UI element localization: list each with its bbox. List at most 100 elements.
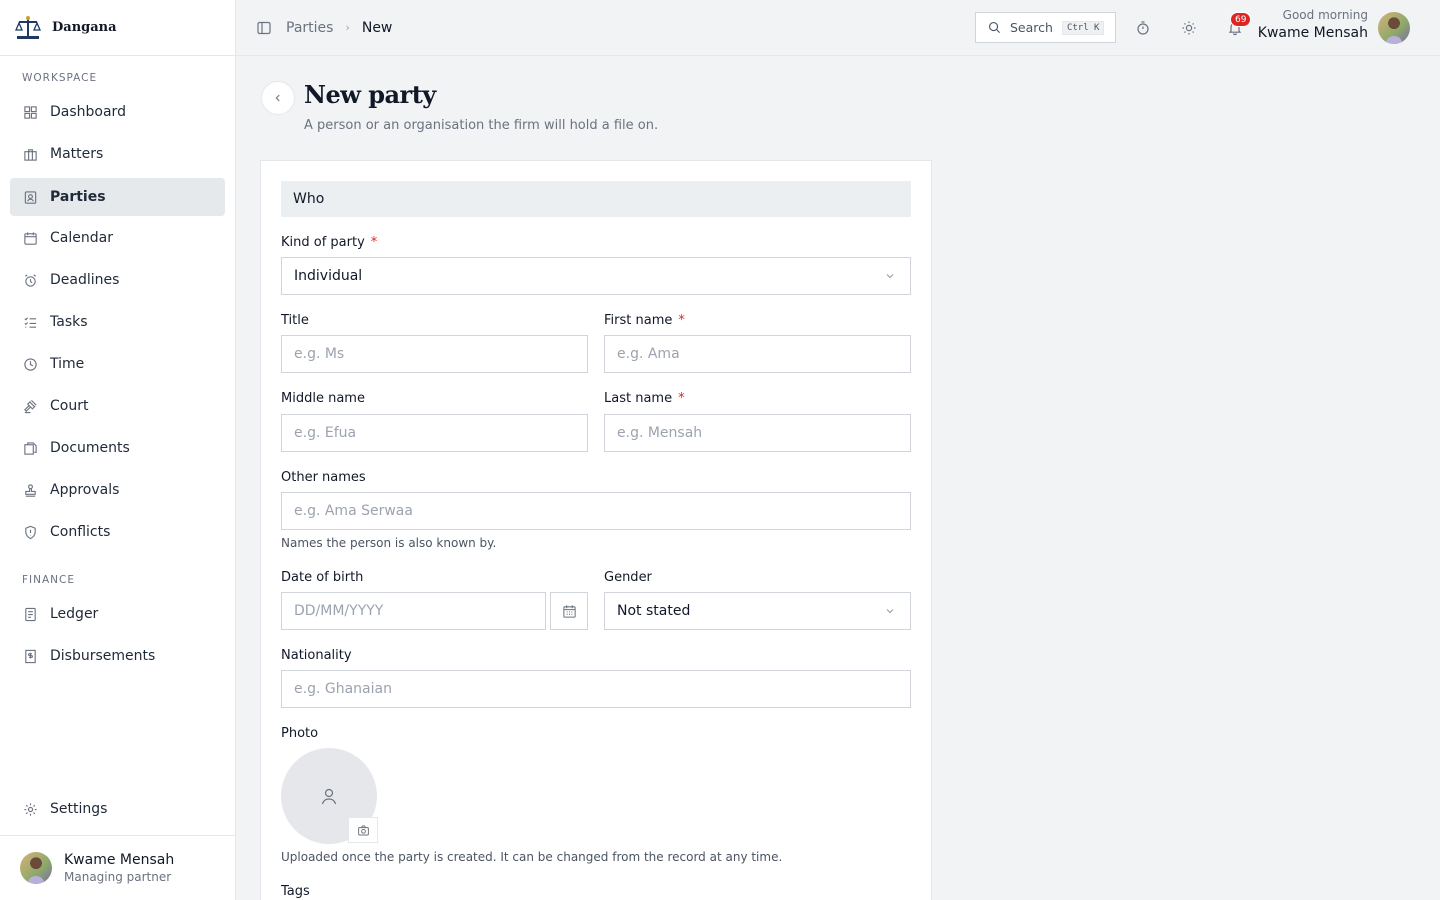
sidebar-item-conflicts[interactable]: Conflicts — [10, 513, 225, 551]
chevron-down-icon — [886, 609, 894, 614]
breadcrumb-current: New — [361, 19, 393, 36]
nav-section-workspace: WORKSPACE — [22, 72, 98, 84]
sidebar-item-label: Calendar — [50, 230, 113, 246]
gender-select[interactable]: Not stated — [604, 592, 911, 630]
briefcase-icon — [22, 146, 38, 162]
title-label: Title — [281, 313, 309, 328]
camera-icon — [357, 825, 369, 835]
last-name-label: Last name * — [604, 391, 685, 406]
section-header: Who — [281, 181, 911, 217]
avatar[interactable] — [1378, 12, 1410, 44]
upload-photo-button[interactable] — [348, 817, 378, 843]
label-text: First name — [604, 313, 673, 328]
sidebar-item-calendar[interactable]: Calendar — [10, 219, 225, 257]
chevron-down-icon — [886, 274, 894, 279]
last-name-input[interactable]: e.g. Mensah — [604, 414, 911, 452]
label-text: Kind of party — [281, 235, 365, 250]
kind-of-party-label: Kind of party * — [281, 235, 377, 250]
topbar: Parties › New Search Ctrl K 69 Good morn… — [236, 0, 1440, 56]
sidebar-item-label: Dashboard — [50, 104, 126, 120]
required-marker: * — [678, 391, 685, 406]
sidebar-item-ledger[interactable]: Ledger — [10, 595, 225, 633]
sidebar-item-disbursements[interactable]: Disbursements — [10, 637, 225, 675]
sidebar-item-label: Disbursements — [50, 648, 156, 664]
user-role: Managing partner — [64, 870, 172, 884]
sidebar-item-label: Settings — [50, 801, 108, 817]
sidebar-item-tasks[interactable]: Tasks — [10, 303, 225, 341]
timer-icon[interactable] — [1135, 20, 1151, 36]
gear-icon — [22, 801, 38, 817]
documents-icon — [22, 440, 38, 456]
other-names-input[interactable]: e.g. Ama Serwaa — [281, 492, 911, 530]
page-title: New party — [304, 80, 436, 109]
kind-of-party-select[interactable]: Individual — [281, 257, 911, 295]
calendar-icon — [22, 230, 38, 246]
date-picker-button[interactable] — [550, 592, 588, 630]
user-icon — [321, 788, 337, 805]
sidebar: Dangana WORKSPACE Dashboard Matters Part… — [0, 0, 236, 900]
other-names-help: Names the person is also known by. — [281, 536, 497, 550]
breadcrumb-parent-link[interactable]: Parties — [286, 20, 333, 36]
brand[interactable]: Dangana — [0, 0, 235, 56]
sidebar-item-approvals[interactable]: Approvals — [10, 471, 225, 509]
ledger-icon — [22, 606, 38, 622]
sidebar-item-court[interactable]: Court — [10, 387, 225, 425]
photo-label: Photo — [281, 726, 319, 741]
sidebar-item-parties[interactable]: Parties — [10, 178, 225, 216]
sidebar-item-label: Court — [50, 398, 89, 414]
contact-card-icon — [22, 189, 38, 205]
date-of-birth-label: Date of birth — [281, 570, 364, 585]
sidebar-item-label: Tasks — [50, 314, 88, 330]
sidebar-item-label: Conflicts — [50, 524, 111, 540]
sidebar-item-dashboard[interactable]: Dashboard — [10, 93, 225, 131]
sidebar-item-deadlines[interactable]: Deadlines — [10, 261, 225, 299]
title-input[interactable]: e.g. Ms — [281, 335, 588, 373]
date-of-birth-input[interactable]: DD/MM/YYYY — [281, 592, 546, 630]
gender-label: Gender — [604, 570, 652, 585]
notification-badge: 69 — [1230, 12, 1252, 27]
sidebar-item-label: Deadlines — [50, 272, 120, 288]
sidebar-item-documents[interactable]: Documents — [10, 429, 225, 467]
sidebar-user-card[interactable]: Kwame Mensah Managing partner — [0, 835, 236, 900]
alarm-clock-icon — [22, 272, 38, 288]
sidebar-item-label: Ledger — [50, 606, 99, 622]
clock-icon — [22, 356, 38, 372]
other-names-label: Other names — [281, 470, 366, 485]
nationality-input[interactable]: e.g. Ghanaian — [281, 670, 911, 708]
first-name-input[interactable]: e.g. Ama — [604, 335, 911, 373]
photo-help: Uploaded once the party is created. It c… — [281, 850, 783, 864]
shield-icon — [22, 524, 38, 540]
dashboard-grid-icon — [22, 104, 38, 120]
select-value: Not stated — [617, 603, 691, 619]
receipt-icon — [22, 648, 38, 664]
chevron-left-icon — [275, 94, 280, 102]
app-name: Dangana — [52, 20, 117, 35]
sidebar-item-label: Documents — [50, 440, 130, 456]
sidebar-item-settings[interactable]: Settings — [10, 790, 225, 828]
sidebar-item-label: Approvals — [50, 482, 120, 498]
sun-icon[interactable] — [1181, 20, 1197, 36]
scales-of-justice-icon — [14, 14, 42, 42]
party-form-card: Who Kind of party * Individual Title e.g.… — [260, 160, 932, 900]
task-list-icon — [22, 314, 38, 330]
tags-label: Tags — [281, 884, 310, 899]
greeting-text: Good morning — [1282, 8, 1368, 22]
search-icon — [989, 22, 1001, 34]
greeting-user-name: Kwame Mensah — [1257, 25, 1368, 41]
avatar — [20, 852, 52, 884]
first-name-label: First name * — [604, 313, 685, 328]
sidebar-item-label: Parties — [50, 189, 106, 205]
nationality-label: Nationality — [281, 648, 352, 663]
search-button[interactable]: Search Ctrl K — [975, 12, 1116, 43]
sidebar-item-label: Time — [50, 356, 85, 372]
page-subtitle: A person or an organisation the firm wil… — [304, 118, 659, 133]
sidebar-item-time[interactable]: Time — [10, 345, 225, 383]
back-button[interactable] — [261, 81, 295, 115]
nav-section-finance: FINANCE — [22, 574, 75, 586]
sidebar-toggle-icon[interactable] — [256, 20, 272, 36]
label-text: Last name — [604, 391, 673, 406]
middle-name-input[interactable]: e.g. Efua — [281, 414, 588, 452]
greeting: Good morning Kwame Mensah — [1258, 8, 1368, 41]
sidebar-item-matters[interactable]: Matters — [10, 135, 225, 173]
required-marker: * — [370, 235, 378, 250]
